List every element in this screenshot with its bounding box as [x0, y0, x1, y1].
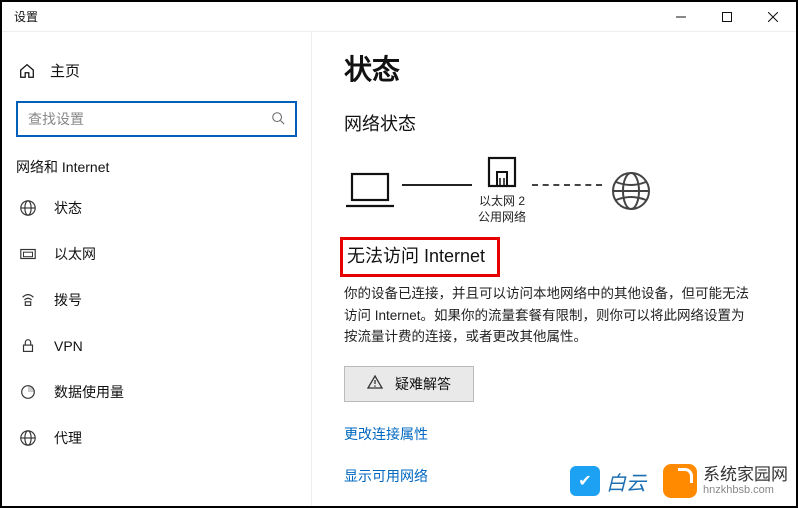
- minimize-button[interactable]: [658, 2, 704, 32]
- sidebar-item-label: VPN: [54, 338, 83, 354]
- proxy-icon: [18, 429, 38, 447]
- window-controls: [658, 2, 796, 32]
- close-button[interactable]: [750, 2, 796, 32]
- router-icon: 以太网 2 公用网络: [478, 156, 526, 225]
- datausage-icon: [18, 383, 38, 401]
- network-diagram: 以太网 2 公用网络: [344, 156, 776, 225]
- main-content: 状态 网络状态 以太网 2 公用网络: [312, 32, 796, 506]
- search-box[interactable]: [16, 101, 297, 137]
- section-title: 网络状态: [344, 110, 776, 136]
- sidebar-item-vpn[interactable]: VPN: [12, 323, 301, 369]
- window-body: 主页 网络和 Internet 状态 以太网: [2, 32, 796, 506]
- watermark-xtjy-url: hnzkhbsb.com: [703, 484, 788, 496]
- home-icon: [18, 62, 36, 80]
- ethernet-name: 以太网 2: [478, 194, 526, 210]
- connection-solid-line: [402, 184, 472, 186]
- sidebar-item-label: 拨号: [54, 290, 82, 310]
- status-icon: [18, 199, 38, 217]
- window-title: 设置: [14, 8, 38, 25]
- watermark-baiyun-text: 白云: [606, 467, 646, 496]
- router-label: 以太网 2 公用网络: [478, 194, 526, 225]
- sidebar-item-label: 以太网: [54, 244, 96, 264]
- vpn-icon: [18, 337, 38, 355]
- annotation-highlight: 无法访问 Internet: [340, 237, 500, 277]
- dialup-icon: [18, 291, 38, 309]
- warning-icon: [367, 374, 383, 393]
- maximize-button[interactable]: [704, 2, 750, 32]
- sidebar-item-dialup[interactable]: 拨号: [12, 277, 301, 323]
- troubleshoot-button[interactable]: 疑难解答: [344, 366, 474, 402]
- ethernet-icon: [18, 245, 38, 263]
- network-type: 公用网络: [478, 210, 526, 226]
- network-status-heading: 无法访问 Internet: [347, 242, 485, 268]
- sidebar-item-label: 代理: [54, 428, 82, 448]
- connection-dashed-line: [532, 184, 602, 186]
- sidebar-item-status[interactable]: 状态: [12, 185, 301, 231]
- device-icon: [344, 170, 396, 212]
- home-label: 主页: [50, 60, 80, 81]
- change-connection-properties-link[interactable]: 更改连接属性: [344, 424, 776, 444]
- watermark-xtjy-title: 系统家园网: [703, 466, 788, 485]
- title-bar: 设置: [2, 2, 796, 32]
- sidebar: 主页 网络和 Internet 状态 以太网: [2, 32, 312, 506]
- sidebar-item-label: 数据使用量: [54, 382, 124, 402]
- network-status-description: 你的设备已连接，并且可以访问本地网络中的其他设备，但可能无法访问 Interne…: [344, 283, 754, 348]
- sidebar-item-data-usage[interactable]: 数据使用量: [12, 369, 301, 415]
- sidebar-item-ethernet[interactable]: 以太网: [12, 231, 301, 277]
- sidebar-group-title: 网络和 Internet: [12, 155, 301, 185]
- watermark-xtjy-logo: [663, 464, 697, 498]
- internet-globe-icon: [608, 168, 654, 214]
- sidebar-item-proxy[interactable]: 代理: [12, 415, 301, 461]
- page-title: 状态: [344, 48, 776, 88]
- bird-icon: ✔: [570, 466, 600, 496]
- home-nav[interactable]: 主页: [12, 52, 301, 95]
- search-icon: [271, 111, 285, 128]
- watermark-xtjy: 系统家园网 hnzkhbsb.com: [663, 464, 788, 498]
- troubleshoot-label: 疑难解答: [395, 374, 451, 394]
- sidebar-item-label: 状态: [54, 198, 82, 218]
- settings-window: 设置 主页 网络和 Internet: [0, 0, 798, 508]
- watermark-baiyun: ✔ 白云: [570, 466, 646, 496]
- search-input[interactable]: [28, 111, 268, 127]
